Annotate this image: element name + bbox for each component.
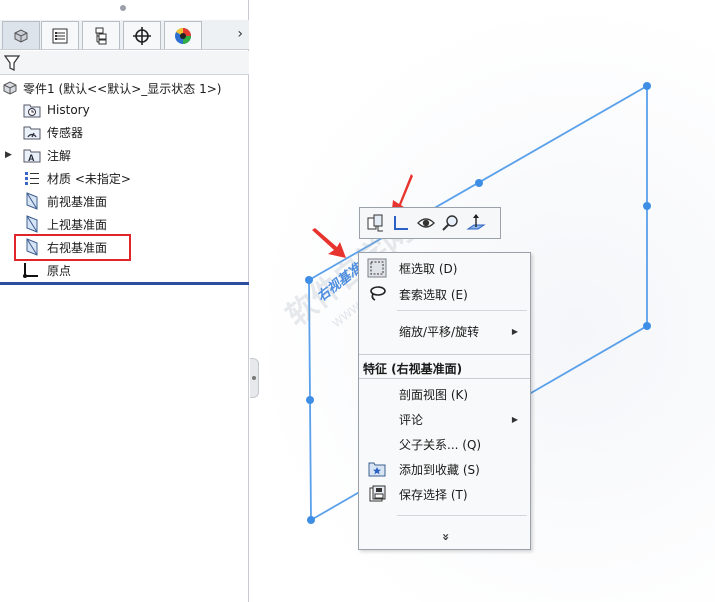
expand-arrow-icon[interactable]: ▶: [5, 150, 12, 160]
normal-to-button[interactable]: [465, 211, 487, 235]
add-favorite-icon: [367, 459, 387, 479]
manager-tab-strip: ›: [0, 20, 249, 50]
submenu-arrow-icon: ▶: [511, 414, 518, 424]
menu-item-add-favorite[interactable]: 添加到收藏 (S): [359, 458, 530, 480]
menu-item-parent-child[interactable]: 父子关系... (Q): [359, 433, 530, 455]
tree-item-label: History: [47, 103, 90, 117]
menu-separator: [359, 354, 530, 355]
tree-item-label: 上视基准面: [47, 217, 108, 232]
context-toolbar: [359, 207, 501, 239]
plane-icon: [23, 192, 41, 210]
tree-item-material[interactable]: 材质 <未指定>: [0, 167, 249, 189]
tree-root-part[interactable]: 零件1 (默认<<默认>_显示状态 1>): [0, 78, 249, 98]
tab-dimxpert[interactable]: [123, 21, 161, 49]
filter-row: [0, 51, 249, 75]
tree-item-top-plane[interactable]: 上视基准面: [0, 213, 249, 235]
menu-item-lasso-select[interactable]: 套索选取 (E): [359, 283, 530, 305]
tab-property-manager[interactable]: [41, 21, 79, 49]
tree-item-sensors[interactable]: 传感器: [0, 121, 249, 143]
origin-icon: [22, 261, 40, 279]
menu-separator: [359, 378, 530, 379]
submenu-arrow-icon: ▶: [511, 326, 518, 336]
part-icon: [1, 79, 19, 97]
panel-divider: [0, 282, 249, 285]
menu-item-box-select[interactable]: 框选取 (D): [359, 257, 530, 279]
box-select-icon: [367, 258, 387, 278]
handle-dot: [252, 376, 256, 380]
show-hide-button[interactable]: [365, 211, 387, 235]
annotations-folder-icon: A: [23, 146, 41, 164]
menu-item-label: 框选取 (D): [399, 261, 458, 276]
menu-item-save-selection[interactable]: 保存选择 (T): [359, 483, 530, 505]
red-arrow-plane: [312, 228, 346, 258]
tab-configuration-manager[interactable]: [82, 21, 120, 49]
tab-scroll-right-icon[interactable]: ›: [237, 26, 243, 42]
sketch-button[interactable]: [390, 211, 412, 235]
tree-root-label: 零件1 (默认<<默认>_显示状态 1>): [23, 81, 222, 96]
menu-item-label: 缩放/平移/旋转: [399, 324, 480, 339]
tree-item-origin[interactable]: 原点: [0, 259, 249, 281]
tree-item-annotations[interactable]: ▶ A 注解: [0, 144, 249, 166]
panel-grip-dot[interactable]: [120, 5, 126, 11]
expand-more-icon[interactable]: »: [437, 529, 453, 545]
save-selection-icon: [367, 484, 387, 504]
menu-item-label: 剖面视图 (K): [399, 387, 469, 402]
material-icon: [23, 169, 41, 187]
menu-section-header: 特征 (右视基准面): [363, 362, 463, 376]
menu-item-section-view[interactable]: 剖面视图 (K): [359, 383, 530, 405]
tree-item-front-plane[interactable]: 前视基准面: [0, 190, 249, 212]
history-folder-icon: [23, 101, 41, 119]
menu-separator: [397, 310, 527, 311]
menu-item-label: 添加到收藏 (S): [399, 462, 480, 477]
configuration-manager-icon: [95, 27, 107, 44]
menu-item-label: 评论: [399, 412, 424, 427]
tree-item-label: 材质 <未指定>: [47, 171, 131, 186]
tree-item-label: 传感器: [47, 125, 84, 140]
context-menu: 框选取 (D) 套索选取 (E) 缩放/平移/旋转 ▶ 特征 (右视基准面) 剖…: [358, 252, 531, 550]
tree-item-label: 原点: [47, 263, 72, 278]
tab-display-manager[interactable]: [164, 21, 202, 49]
panel-collapse-handle[interactable]: [250, 358, 259, 398]
svg-text:A: A: [28, 153, 35, 163]
menu-item-zoom-pan-rotate[interactable]: 缩放/平移/旋转 ▶: [359, 320, 530, 342]
tree-item-label: 注解: [47, 148, 72, 163]
zoom-to-selection-button[interactable]: [440, 211, 462, 235]
tree-item-label: 前视基准面: [47, 194, 108, 209]
sketch-icon: [394, 216, 408, 230]
feature-manager-icon: [14, 28, 28, 43]
normal-to-icon: [466, 214, 486, 230]
menu-item-label: 套索选取 (E): [399, 287, 468, 302]
highlight-box-annotation: [14, 234, 131, 261]
hide-button[interactable]: [415, 211, 437, 235]
zoom-to-selection-icon: [442, 215, 458, 231]
dimxpert-icon: [133, 26, 151, 45]
lasso-select-icon: [367, 284, 387, 304]
property-manager-icon: [52, 28, 68, 43]
sensor-folder-icon: [23, 123, 41, 141]
filter-icon[interactable]: [3, 54, 21, 72]
menu-separator: [397, 515, 527, 516]
menu-item-comment[interactable]: 评论 ▶: [359, 408, 530, 430]
display-manager-icon: [175, 27, 191, 44]
menu-item-label: 保存选择 (T): [399, 487, 468, 502]
tab-feature-manager[interactable]: [2, 21, 40, 49]
hide-eye-icon: [417, 218, 435, 228]
show-hide-icon: [367, 214, 383, 232]
menu-item-label: 父子关系... (Q): [399, 437, 482, 452]
plane-icon: [23, 215, 41, 233]
feature-manager-panel: › 零件1 (默认<<默认>_显示状态 1>) History 传感器 ▶ A …: [0, 0, 249, 602]
tree-item-history[interactable]: History: [0, 99, 249, 121]
